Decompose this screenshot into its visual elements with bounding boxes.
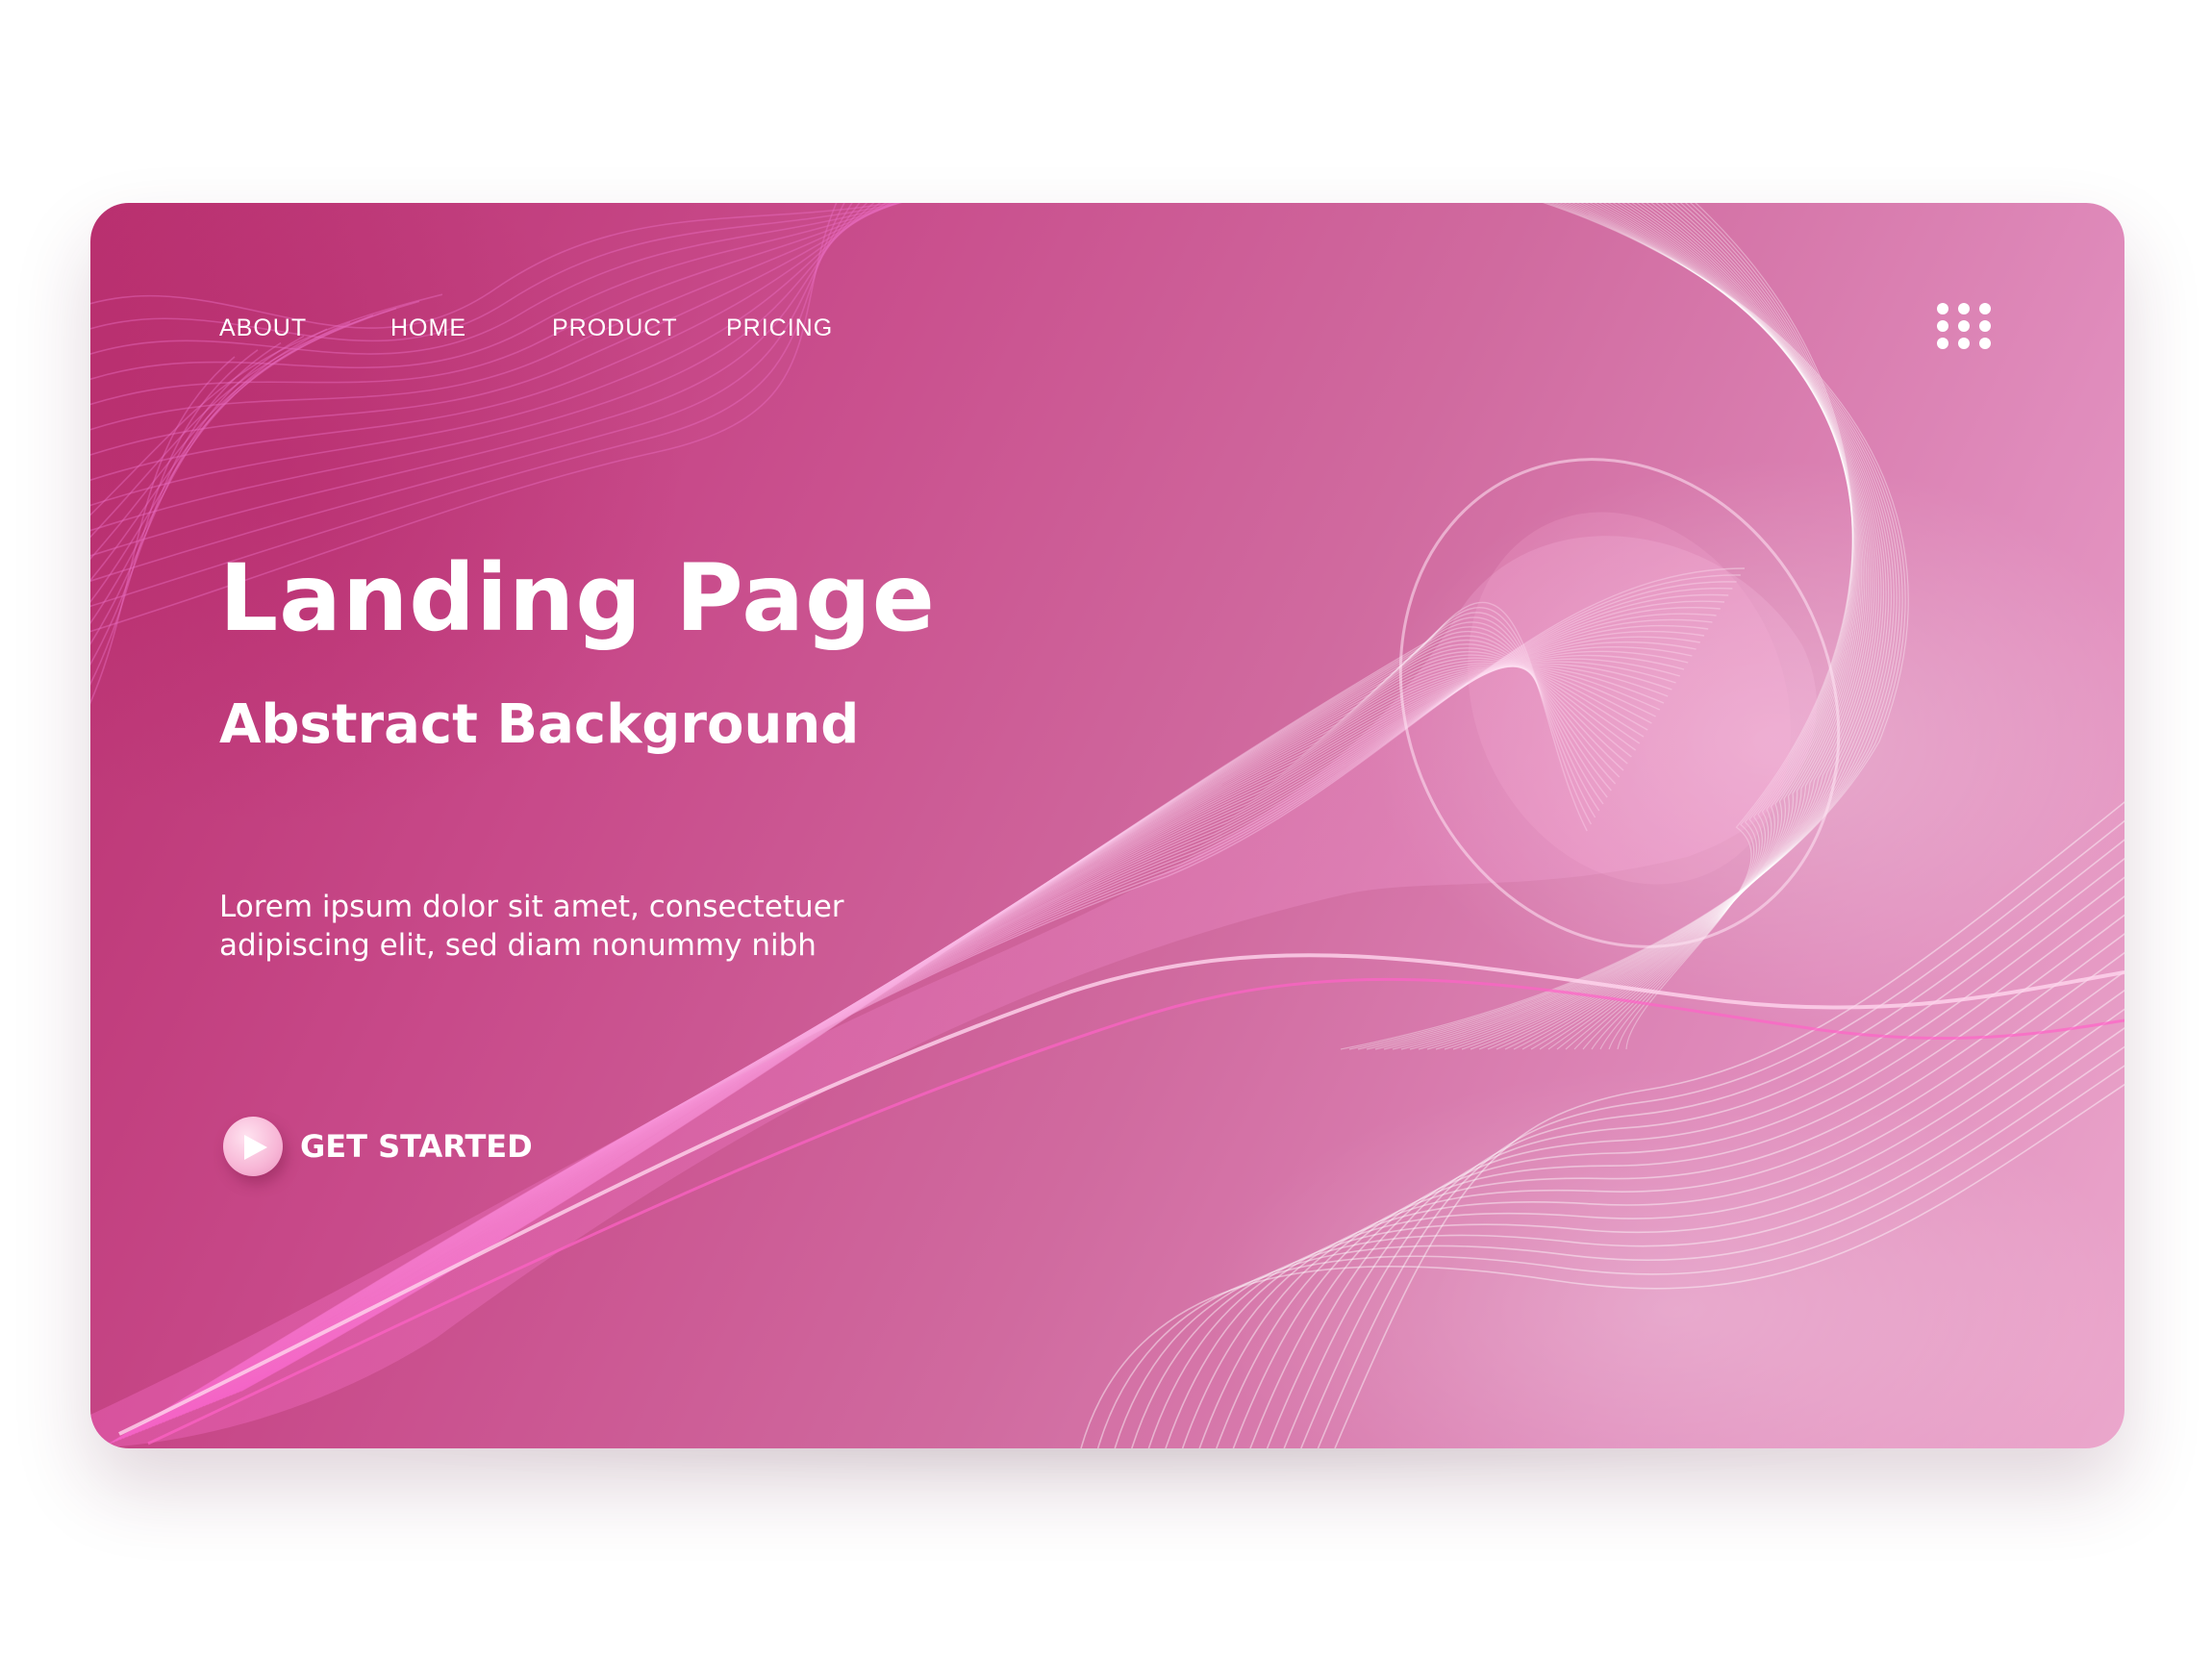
landing-card: ABOUT HOME PRODUCT PRICING Landing Page …	[90, 203, 2124, 1448]
abstract-wave-decoration	[90, 203, 2124, 1448]
canvas: ABOUT HOME PRODUCT PRICING Landing Page …	[0, 0, 2212, 1659]
nav-item-pricing[interactable]: PRICING	[726, 314, 833, 342]
hero-body-line: Lorem ipsum dolor sit amet, consectetuer	[219, 890, 844, 924]
hero-subtitle: Abstract Background	[219, 693, 860, 756]
get-started-label[interactable]: GET STARTED	[300, 1128, 533, 1165]
play-icon[interactable]	[223, 1117, 283, 1176]
hero-body-line: adipiscing elit, sed diam nonummy nibh	[219, 928, 817, 963]
nav-item-about[interactable]: ABOUT	[219, 314, 307, 342]
nav-item-home[interactable]: HOME	[390, 314, 466, 342]
nav-item-product[interactable]: PRODUCT	[552, 314, 678, 342]
hero-body-text: Lorem ipsum dolor sit amet, consectetuer…	[219, 888, 950, 965]
grid-dots-icon[interactable]	[1937, 303, 1995, 351]
get-started-button[interactable]: GET STARTED	[223, 1113, 533, 1180]
hero-title: Landing Page	[219, 544, 936, 652]
